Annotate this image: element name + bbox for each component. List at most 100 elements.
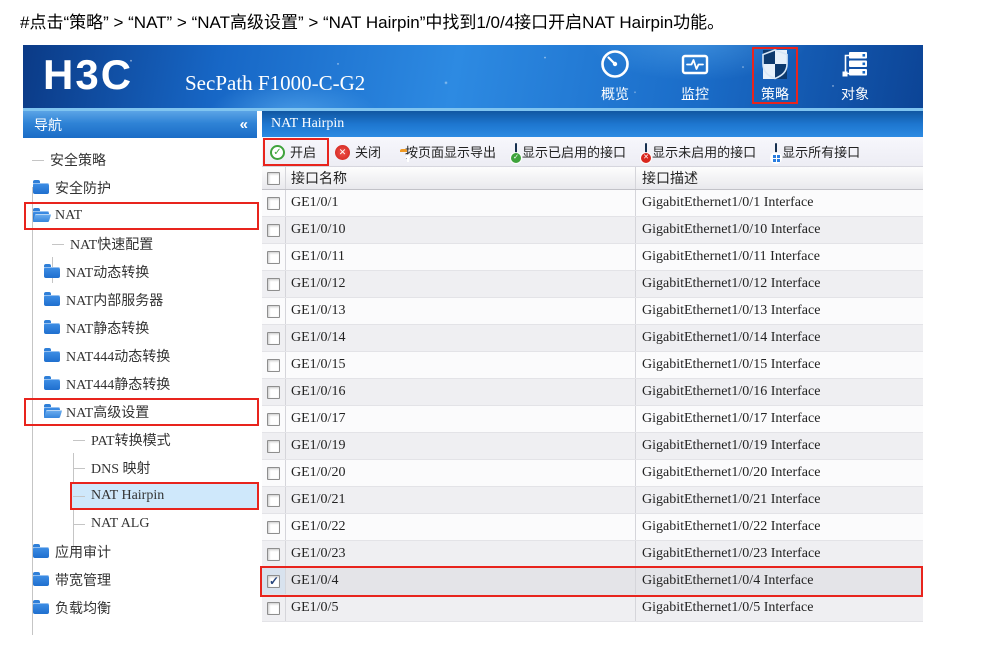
row-checkbox[interactable] (267, 304, 280, 318)
sidebar-item-app-audit[interactable]: 应用审计 (23, 538, 257, 566)
row-checkbox[interactable] (267, 601, 280, 615)
table-row[interactable]: GE1/0/21 GigabitEthernet1/0/21 Interface (262, 487, 923, 514)
nav-item-monitor[interactable]: 监控 (667, 49, 723, 105)
table-row[interactable]: GE1/0/17 GigabitEthernet1/0/17 Interface (262, 406, 923, 433)
collapse-sidebar-icon[interactable]: « (240, 116, 248, 133)
nav-item-overview[interactable]: 概览 (587, 49, 643, 105)
table-row[interactable]: GE1/0/11 GigabitEthernet1/0/11 Interface (262, 244, 923, 271)
table-row[interactable]: GE1/0/15 GigabitEthernet1/0/15 Interface (262, 352, 923, 379)
table-row[interactable]: GE1/0/10 GigabitEthernet1/0/10 Interface (262, 217, 923, 244)
interface-desc-cell: GigabitEthernet1/0/14 Interface (642, 330, 821, 345)
row-checkbox-cell (262, 271, 286, 297)
sidebar-item-bandwidth-mgmt[interactable]: 带宽管理 (23, 566, 257, 594)
toolbar-button-disable[interactable]: ✕ 关闭 (335, 142, 381, 161)
toolbar-button-show-all[interactable]: 显示所有接口 (771, 142, 860, 163)
sidebar-item-nat[interactable]: NAT (23, 202, 257, 230)
row-checkbox-cell (262, 217, 286, 243)
table-row[interactable]: GE1/0/14 GigabitEthernet1/0/14 Interface (262, 325, 923, 352)
sidebar-item-label: 安全防护 (55, 182, 111, 197)
sidebar-item-nat-hairpin[interactable]: NAT Hairpin (23, 482, 257, 510)
table-row[interactable]: GE1/0/12 GigabitEthernet1/0/12 Interface (262, 271, 923, 298)
table-row[interactable]: GE1/0/5 GigabitEthernet1/0/5 Interface (262, 595, 923, 622)
sidebar-item-security-policy[interactable]: 安全策略 (23, 146, 257, 174)
row-checkbox[interactable] (267, 520, 280, 534)
row-checkbox-cell (262, 379, 286, 405)
sidebar-item-nat444-dynamic[interactable]: NAT444动态转换 (23, 342, 257, 370)
sidebar-item-nat-internal-server[interactable]: NAT内部服务器 (23, 286, 257, 314)
row-checkbox[interactable] (267, 277, 280, 291)
show-all-icon (771, 143, 782, 163)
select-all-checkbox[interactable] (267, 171, 280, 185)
top-nav: 概览 监控 策略 对象 (587, 48, 883, 105)
sidebar-item-nat-static[interactable]: NAT静态转换 (23, 314, 257, 342)
table-row[interactable]: GE1/0/16 GigabitEthernet1/0/16 Interface (262, 379, 923, 406)
interface-name-cell: GE1/0/19 (286, 433, 636, 459)
interface-name-cell: GE1/0/5 (286, 595, 636, 621)
row-checkbox-cell (262, 298, 286, 324)
sidebar: 导航 « 安全策略安全防护 NAT NAT快速配置 NAT动态转换 NAT内部服务器 NA… (23, 111, 257, 654)
row-checkbox[interactable] (267, 493, 280, 507)
sidebar-item-nat-alg[interactable]: NAT ALG (23, 510, 257, 538)
table-body: GE1/0/1 GigabitEthernet1/0/1 Interface GE1… (262, 190, 923, 622)
row-checkbox[interactable] (267, 466, 280, 480)
nav-item-policy[interactable]: 策略 (747, 48, 803, 105)
toolbar-button-enable[interactable]: ✓ 开启 (270, 142, 316, 161)
folder-icon (33, 543, 49, 558)
interface-desc-cell: GigabitEthernet1/0/11 Interface (642, 249, 820, 264)
folder-icon (33, 179, 49, 194)
interface-desc-cell: GigabitEthernet1/0/1 Interface (642, 195, 814, 210)
sidebar-item-label: 带宽管理 (55, 574, 111, 589)
interface-desc-cell: GigabitEthernet1/0/12 Interface (642, 276, 821, 291)
row-checkbox[interactable] (267, 547, 280, 561)
sidebar-item-pat-mode[interactable]: PAT转换模式 (23, 426, 257, 454)
row-checkbox[interactable] (267, 439, 280, 453)
table-row[interactable]: GE1/0/19 GigabitEthernet1/0/19 Interface (262, 433, 923, 460)
sidebar-item-dns-mapping[interactable]: DNS 映射 (23, 454, 257, 482)
interface-desc-cell: GigabitEthernet1/0/17 Interface (642, 411, 821, 426)
sidebar-item-security-protection[interactable]: 安全防护 (23, 174, 257, 202)
page-title: NAT Hairpin (262, 111, 923, 137)
sidebar-item-nat444-static[interactable]: NAT444静态转换 (23, 370, 257, 398)
table-row[interactable]: GE1/0/1 GigabitEthernet1/0/1 Interface (262, 190, 923, 217)
row-checkbox-cell (262, 514, 286, 540)
interface-name-cell: GE1/0/20 (286, 460, 636, 486)
row-checkbox-cell (262, 595, 286, 621)
sidebar-item-nat-quick-config[interactable]: NAT快速配置 (23, 230, 257, 258)
sidebar-item-nat-advanced[interactable]: NAT高级设置 (23, 398, 257, 426)
table-row[interactable]: GE1/0/4 GigabitEthernet1/0/4 Interface (262, 568, 923, 595)
row-checkbox[interactable] (267, 250, 280, 264)
table-row[interactable]: GE1/0/23 GigabitEthernet1/0/23 Interface (262, 541, 923, 568)
row-checkbox[interactable] (267, 223, 280, 237)
toolbar-button-export[interactable]: 按页面显示导出 (400, 142, 496, 162)
folder-icon (33, 571, 49, 586)
interface-name-cell: GE1/0/4 (286, 568, 636, 594)
table-row[interactable]: GE1/0/13 GigabitEthernet1/0/13 Interface (262, 298, 923, 325)
toolbar-button-show-enabled[interactable]: ✓ 显示已启用的接口 (511, 142, 626, 163)
sidebar-item-label: NAT ALG (91, 516, 150, 531)
row-checkbox[interactable] (267, 196, 280, 210)
row-checkbox-cell (262, 325, 286, 351)
row-checkbox[interactable] (267, 358, 280, 372)
row-checkbox[interactable] (267, 331, 280, 345)
column-header-desc: 接口描述 (642, 172, 698, 187)
sidebar-title: 导航 (34, 116, 62, 133)
nav-item-objects[interactable]: 对象 (827, 49, 883, 105)
folder-icon (33, 599, 49, 614)
sidebar-item-label: NAT内部服务器 (66, 294, 164, 309)
row-checkbox[interactable] (267, 412, 280, 426)
interface-name-cell: GE1/0/10 (286, 217, 636, 243)
interface-name-cell: GE1/0/13 (286, 298, 636, 324)
interface-desc-cell: GigabitEthernet1/0/19 Interface (642, 438, 821, 453)
interface-name-cell: GE1/0/17 (286, 406, 636, 432)
row-checkbox[interactable] (267, 385, 280, 399)
table-row[interactable]: GE1/0/22 GigabitEthernet1/0/22 Interface (262, 514, 923, 541)
table-row[interactable]: GE1/0/20 GigabitEthernet1/0/20 Interface (262, 460, 923, 487)
sidebar-item-load-balance[interactable]: 负载均衡 (23, 594, 257, 622)
toolbar-button-label: 显示未启用的接口 (652, 145, 757, 160)
interface-name-cell: GE1/0/1 (286, 190, 636, 216)
row-checkbox-cell (262, 541, 286, 567)
folder-open-icon (44, 403, 60, 418)
toolbar-button-show-disabled[interactable]: ✕ 显示未启用的接口 (641, 142, 757, 163)
row-checkbox[interactable] (267, 574, 280, 589)
sidebar-item-nat-dynamic[interactable]: NAT动态转换 (23, 258, 257, 286)
